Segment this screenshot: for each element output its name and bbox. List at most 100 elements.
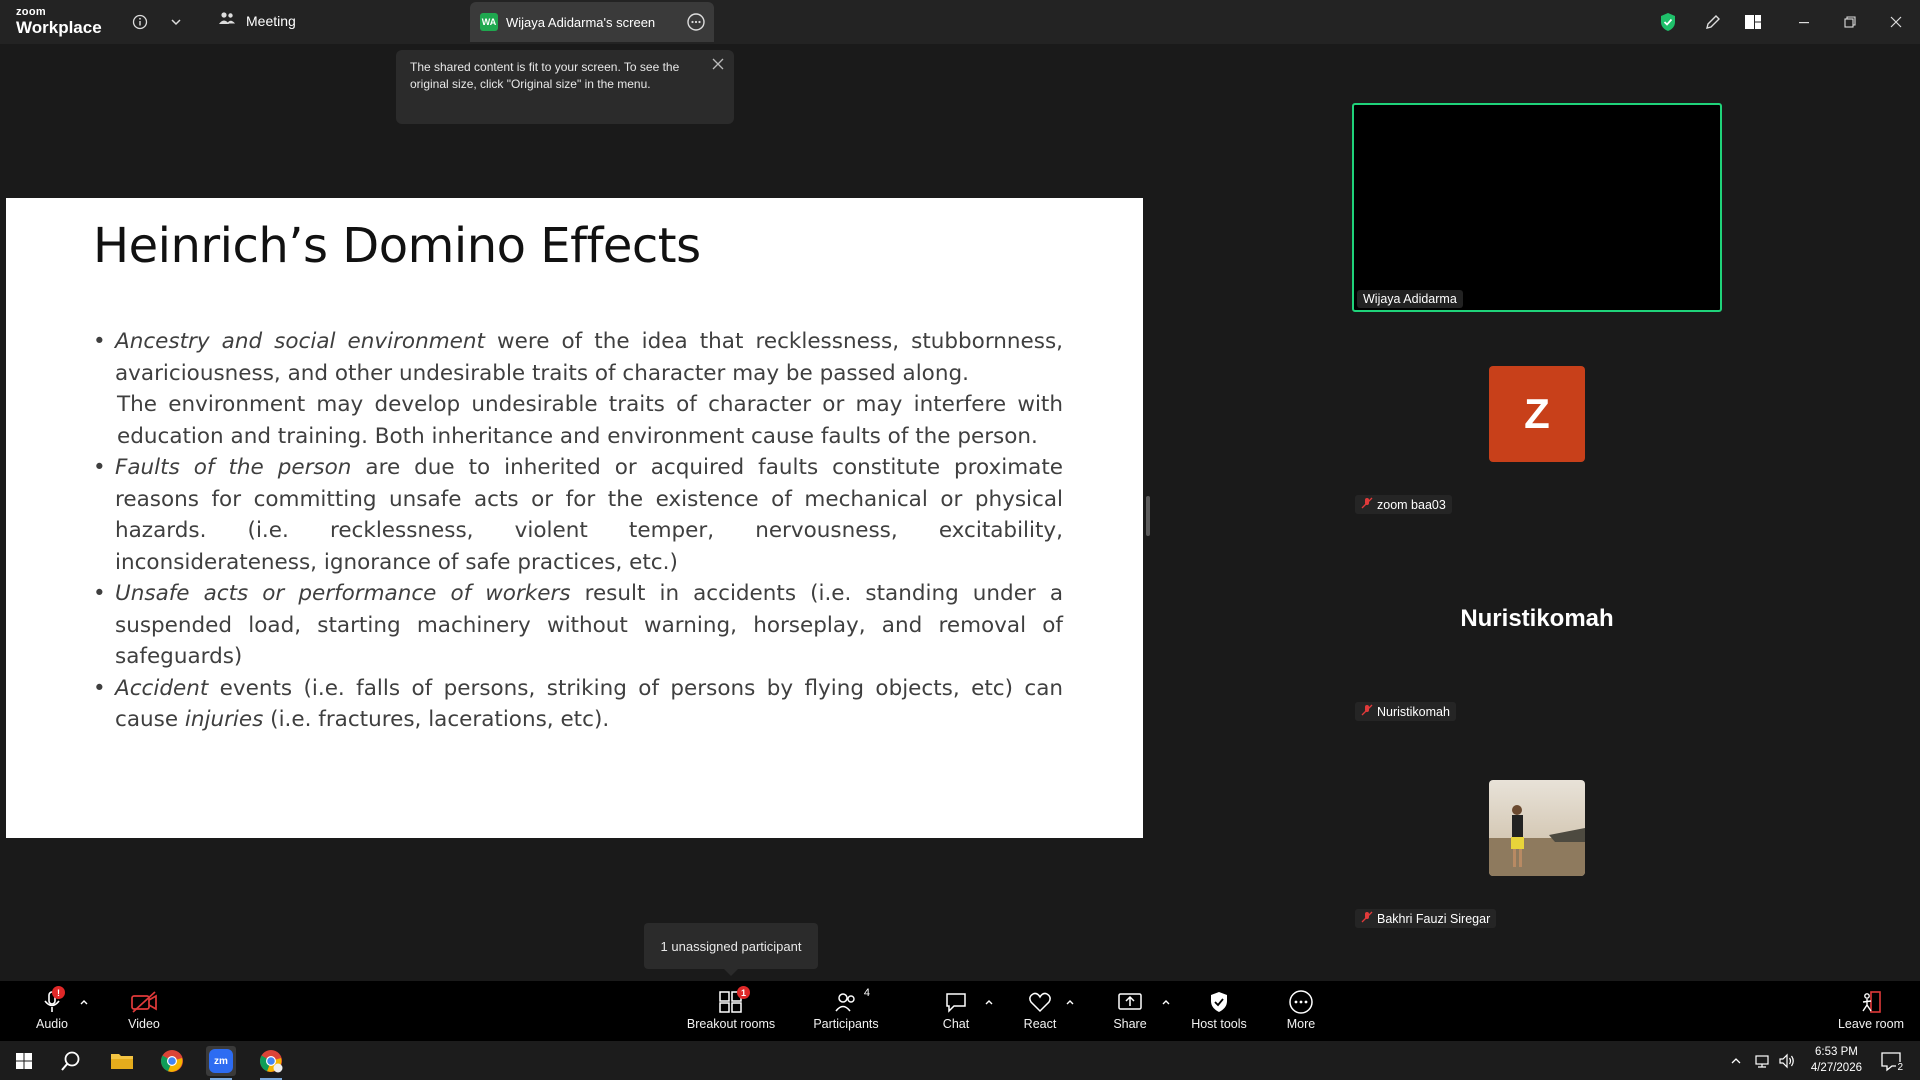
shield-icon xyxy=(1208,989,1230,1015)
participants-icon: 4 xyxy=(834,987,870,1015)
zoom-app-icon[interactable]: zm xyxy=(206,1046,236,1080)
breakout-badge: 1 xyxy=(737,986,750,999)
shared-screen-content: Heinrich’s Domino Effects Ancestry and s… xyxy=(6,198,1143,838)
avatar: Z xyxy=(1489,366,1585,462)
host-tools-button[interactable]: Host tools xyxy=(1174,989,1264,1031)
leave-room-icon xyxy=(1858,989,1884,1015)
meeting-button[interactable]: Meeting xyxy=(218,11,296,30)
slide-title: Heinrich’s Domino Effects xyxy=(93,218,701,274)
react-label: React xyxy=(1023,1017,1057,1031)
bullet-term: Unsafe acts or performance of workers xyxy=(115,581,571,606)
volume-icon[interactable] xyxy=(1776,1046,1798,1076)
video-label: Video xyxy=(128,1017,160,1031)
microphone-icon: ! xyxy=(41,986,65,1015)
notification-center-icon[interactable]: 2 xyxy=(1876,1046,1906,1076)
windows-taskbar: zm 6:53 PM 4/27/2026 2 xyxy=(0,1041,1920,1080)
chat-label: Chat xyxy=(942,1017,970,1031)
profile-photo xyxy=(1489,780,1585,876)
video-tile-active-speaker[interactable]: Wijaya Adidarma xyxy=(1352,103,1722,312)
breakout-rooms-button[interactable]: 1 Breakout rooms xyxy=(686,986,776,1031)
participant-name-tag: Wijaya Adidarma xyxy=(1357,290,1463,308)
share-screen-icon xyxy=(1117,989,1143,1015)
host-tools-label: Host tools xyxy=(1191,1017,1247,1031)
share-options-caret-icon[interactable] xyxy=(1160,995,1172,1007)
bullet-term: Ancestry and social environment xyxy=(115,329,485,354)
file-explorer-icon[interactable] xyxy=(107,1046,137,1076)
mic-muted-icon xyxy=(1361,497,1373,512)
chevron-down-icon[interactable] xyxy=(164,10,188,34)
zoom-workplace-logo: zoom Workplace xyxy=(16,6,102,37)
meeting-toolbar: ! Audio Video 1 Breakout rooms 4 Partici… xyxy=(0,981,1920,1041)
chat-icon xyxy=(944,989,968,1015)
sharer-initials-badge: WA xyxy=(480,13,498,31)
fit-to-screen-tooltip: The shared content is fit to your screen… xyxy=(396,50,734,124)
people-icon xyxy=(218,11,236,30)
bullet-term: Accident xyxy=(115,675,209,701)
chat-options-caret-icon[interactable] xyxy=(983,995,995,1007)
participant-name: zoom baa03 xyxy=(1377,497,1446,512)
title-bar: zoom Workplace Meeting WA Wijaya Adidarm… xyxy=(0,0,1920,44)
participant-name-tag: Nuristikomah xyxy=(1355,702,1456,721)
chrome-icon[interactable] xyxy=(157,1046,187,1076)
participants-button[interactable]: 4 Participants xyxy=(801,987,891,1031)
more-icon xyxy=(1288,989,1314,1015)
clock-date: 4/27/2026 xyxy=(1810,1062,1862,1074)
panel-resize-handle[interactable] xyxy=(1146,496,1150,536)
close-window-icon[interactable] xyxy=(1884,10,1908,34)
slide-bullet: Faults of the person are due to inherite… xyxy=(93,452,1063,578)
share-label: Share xyxy=(1113,1017,1147,1031)
slide-body: Ancestry and social environment were of … xyxy=(93,326,1063,736)
restore-icon[interactable] xyxy=(1838,10,1862,34)
bullet-term: Faults of the person xyxy=(115,455,352,480)
clock-time: 6:53 PM xyxy=(1815,1046,1858,1058)
chrome-profile-icon[interactable] xyxy=(256,1046,286,1080)
video-button[interactable]: Video xyxy=(99,989,189,1031)
view-options-icon[interactable] xyxy=(686,12,706,32)
close-icon[interactable] xyxy=(710,56,726,72)
network-icon[interactable] xyxy=(1752,1046,1774,1076)
search-icon[interactable] xyxy=(56,1046,86,1076)
react-options-caret-icon[interactable] xyxy=(1064,995,1076,1007)
audio-alert-badge: ! xyxy=(52,986,65,999)
info-icon[interactable] xyxy=(128,10,152,34)
leave-room-label: Leave room xyxy=(1837,1017,1904,1031)
participant-name: Bakhri Fauzi Siregar xyxy=(1377,911,1491,926)
audio-label: Audio xyxy=(36,1017,68,1031)
slide-paragraph: The environment may develop undesirable … xyxy=(117,392,1063,449)
breakout-rooms-icon: 1 xyxy=(718,986,750,1015)
logo-large: Workplace xyxy=(16,18,102,37)
participants-count: 4 xyxy=(863,987,870,999)
more-button[interactable]: More xyxy=(1256,989,1346,1031)
participant-name-tag: zoom baa03 xyxy=(1355,495,1452,514)
shared-screen-label: Wijaya Adidarma's screen xyxy=(506,14,656,30)
more-label: More xyxy=(1286,1017,1316,1031)
encryption-shield-icon[interactable] xyxy=(1656,10,1680,34)
bullet-text: (i.e. fractures, lacerations, etc). xyxy=(263,707,610,732)
participant-name: Nuristikomah xyxy=(1377,704,1450,719)
shared-screen-tab[interactable]: WA Wijaya Adidarma's screen xyxy=(470,2,714,42)
leave-room-button[interactable]: Leave room xyxy=(1826,989,1916,1031)
tooltip-text: The shared content is fit to your screen… xyxy=(410,60,680,91)
slide-bullet: Ancestry and social environment were of … xyxy=(93,326,1063,389)
mic-muted-icon xyxy=(1361,704,1373,719)
participant-display-name: Nuristikomah xyxy=(1460,605,1614,632)
slide-bullet: Accident events (i.e. falls of persons, … xyxy=(93,673,1063,736)
heart-icon xyxy=(1028,989,1052,1015)
annotate-pen-icon[interactable] xyxy=(1701,10,1725,34)
notification-count: 2 xyxy=(1896,1062,1904,1073)
slide-bullet: Unsafe acts or performance of workers re… xyxy=(93,578,1063,673)
logo-small: zoom xyxy=(16,6,46,18)
meeting-label: Meeting xyxy=(246,12,296,29)
zoom-app-label: zm xyxy=(209,1049,233,1073)
video-off-icon xyxy=(130,989,158,1015)
participants-label: Participants xyxy=(813,1017,879,1031)
system-clock[interactable]: 6:53 PM 4/27/2026 xyxy=(1811,1044,1862,1076)
mic-muted-icon xyxy=(1361,911,1373,926)
audio-options-caret-icon[interactable] xyxy=(78,995,90,1007)
windows-start-icon[interactable] xyxy=(9,1046,39,1076)
minimize-icon[interactable] xyxy=(1792,10,1816,34)
unassigned-participant-tooltip[interactable]: 1 unassigned participant xyxy=(644,923,818,976)
participant-name: Wijaya Adidarma xyxy=(1363,292,1457,306)
chevron-up-icon[interactable] xyxy=(1727,1046,1745,1076)
view-layout-icon[interactable] xyxy=(1741,10,1765,34)
